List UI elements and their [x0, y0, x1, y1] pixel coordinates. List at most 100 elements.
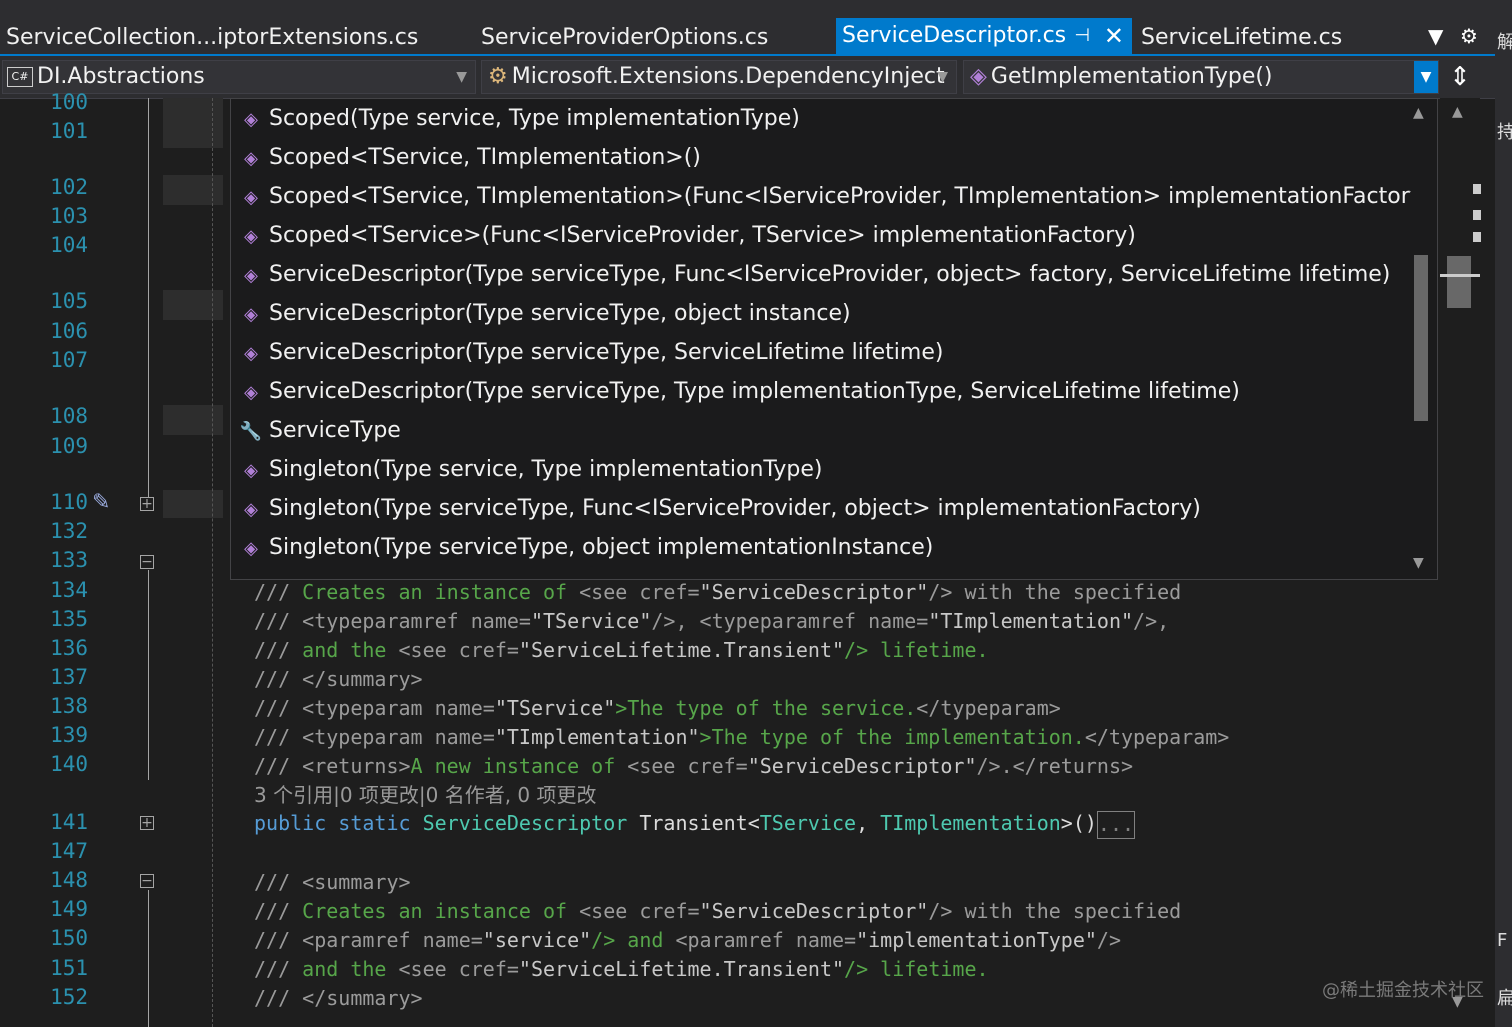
- dropdown-item-label: Scoped<TService, TImplementation>(): [269, 145, 701, 170]
- project-dropdown[interactable]: C# DI.Abstractions ▼: [2, 60, 476, 94]
- member-dropdown[interactable]: ◈ GetImplementationType() ▼: [963, 60, 1439, 94]
- comment-text: /> and: [591, 928, 676, 952]
- member-dropdown-list[interactable]: ◈ Scoped(Type service, Type implementatio…: [230, 98, 1438, 580]
- dropdown-item[interactable]: ◈ ServiceDescriptor(Type serviceType, Fun…: [237, 255, 1390, 294]
- outline-line: [148, 890, 149, 1027]
- line-number: 137: [50, 665, 88, 689]
- method-icon: ◈: [970, 64, 987, 89]
- type-dropdown[interactable]: ⚙ Microsoft.Extensions.DependencyInject ▼: [481, 60, 957, 94]
- method-icon: ◈: [244, 304, 258, 325]
- xml-tag: </summary>: [302, 667, 423, 691]
- pin-icon[interactable]: ⊣: [1074, 18, 1090, 54]
- code-line-152[interactable]: /// </summary>: [254, 984, 423, 1013]
- gear-icon[interactable]: ⚙: [1460, 20, 1478, 52]
- side-panel-tab[interactable]: 解: [1497, 28, 1512, 54]
- collapse-icon[interactable]: −: [140, 874, 154, 888]
- dropdown-item-label: Singleton(Type service, Type implementat…: [269, 457, 823, 482]
- tab-label: ServiceDescriptor.cs: [842, 23, 1067, 48]
- dropdown-item-label: Scoped<TService>(Func<IServiceProvider, …: [269, 223, 1136, 248]
- scrollbar-marker: [1473, 184, 1481, 194]
- dropdown-item[interactable]: 🔧 ServiceType: [237, 411, 401, 450]
- codelens-references[interactable]: 3 个引用|0 项更改|0 名作者, 0 项更改: [254, 781, 597, 810]
- line-number: 140: [50, 752, 88, 776]
- xml-tag: <paramref name=: [675, 928, 857, 952]
- dropdown-item[interactable]: ◈ ServiceDescriptor(Type serviceType, Ser…: [237, 333, 943, 372]
- doc-comment-prefix: ///: [254, 754, 303, 778]
- xml-attr-value: "TService": [494, 696, 616, 720]
- tab-label: ServiceLifetime.cs: [1141, 25, 1343, 50]
- xml-attr-value: "ServiceLifetime.Transient": [518, 957, 845, 981]
- comment-text: >The type of the implementation.: [699, 725, 1085, 749]
- outline-line: [148, 98, 149, 498]
- scroll-up-icon[interactable]: ▲: [1413, 105, 1424, 121]
- close-icon[interactable]: ✕: [1104, 18, 1124, 54]
- dropdown-item[interactable]: ◈ Scoped<TService, TImplementation>(): [237, 138, 701, 177]
- code-line-148[interactable]: /// <summary>: [254, 868, 411, 897]
- expand-icon[interactable]: +: [140, 816, 154, 830]
- code-line-135[interactable]: /// <typeparamref name="TService"/>, <ty…: [254, 607, 1169, 636]
- tab-serviceprovideroptions[interactable]: ServiceProviderOptions.cs: [475, 20, 830, 56]
- line-number: 150: [50, 926, 88, 950]
- doc-comment-prefix: ///: [254, 696, 303, 720]
- expand-icon[interactable]: +: [140, 497, 154, 511]
- code-line-134[interactable]: /// Creates an instance of <see cref="Se…: [254, 578, 1181, 607]
- line-number: 105: [50, 289, 88, 313]
- line-number: 110: [50, 490, 88, 514]
- xml-tag: <see cref=: [627, 754, 748, 778]
- code-line-151[interactable]: /// and the <see cref="ServiceLifetime.T…: [254, 955, 989, 984]
- code-line-140[interactable]: /// <returns>A new instance of <see cref…: [254, 752, 1133, 781]
- dropdown-item[interactable]: ◈ Singleton(Type serviceType, Func<IServi…: [237, 489, 1201, 528]
- side-panel-tab[interactable]: 扁: [1497, 984, 1512, 1010]
- indent-guide: [212, 98, 213, 1027]
- line-number: 151: [50, 956, 88, 980]
- code-line-136[interactable]: /// and the <see cref="ServiceLifetime.T…: [254, 636, 989, 665]
- side-panel-tab[interactable]: 持: [1497, 118, 1512, 144]
- xml-tag: </typeparam>: [916, 696, 1061, 720]
- scrollbar-marker: [1473, 210, 1481, 220]
- type-name: Microsoft.Extensions.DependencyInject: [511, 64, 945, 89]
- dropdown-item-label: Singleton(Type serviceType, object imple…: [269, 535, 934, 560]
- dropdown-item[interactable]: ◈ Singleton(Type serviceType, object impl…: [237, 528, 933, 567]
- dropdown-item[interactable]: ◈ Scoped(Type service, Type implementatio…: [237, 99, 800, 138]
- tab-servicelifetime[interactable]: ServiceLifetime.cs: [1135, 20, 1405, 56]
- dropdown-item-label: Scoped(Type service, Type implementation…: [269, 106, 800, 131]
- side-panel-tab[interactable]: F: [1497, 930, 1507, 951]
- line-number: 109: [50, 434, 88, 458]
- doc-comment-prefix: ///: [254, 580, 303, 604]
- dropdown-item[interactable]: ◈ Scoped<TService>(Func<IServiceProvider,…: [237, 216, 1136, 255]
- code-line-141[interactable]: public static ServiceDescriptor Transien…: [254, 809, 1136, 839]
- editor-scrollbar[interactable]: ▲ ▼: [1440, 98, 1481, 1027]
- collapsed-block-button[interactable]: ...: [1096, 810, 1136, 839]
- method-icon: ◈: [244, 226, 258, 247]
- tab-servicecollection-extensions[interactable]: ServiceCollection...iptorExtensions.cs: [0, 20, 470, 56]
- dropdown-item[interactable]: ◈ ServiceDescriptor(Type serviceType, Typ…: [237, 372, 1240, 411]
- code-line-137[interactable]: /// </summary>: [254, 665, 423, 694]
- split-editor-icon[interactable]: ⇕: [1442, 60, 1478, 96]
- collapse-icon[interactable]: −: [140, 555, 154, 569]
- line-number: 141: [50, 810, 88, 834]
- code-line-139[interactable]: /// <typeparam name="TImplementation">Th…: [254, 723, 1229, 752]
- line-number: 148: [50, 868, 88, 892]
- tab-servicedescriptor[interactable]: ServiceDescriptor.cs ⊣ ✕: [836, 18, 1132, 56]
- scroll-down-icon[interactable]: ▼: [1413, 555, 1424, 571]
- code-line-138[interactable]: /// <typeparam name="TService">The type …: [254, 694, 1061, 723]
- code-line-150[interactable]: /// <paramref name="service"/> and <para…: [254, 926, 1121, 955]
- scrollbar-thumb[interactable]: [1414, 255, 1428, 421]
- caret-position-marker: [1440, 274, 1480, 277]
- line-number: 135: [50, 607, 88, 631]
- tab-list-icon[interactable]: ▼: [1428, 20, 1443, 52]
- doc-comment-prefix: ///: [254, 667, 303, 691]
- dropdown-item[interactable]: ◈ ServiceDescriptor(Type serviceType, obj…: [237, 294, 851, 333]
- dropdown-item[interactable]: ◈ Scoped<TService, TImplementation>(Func<…: [237, 177, 1431, 216]
- pencil-edit-icon[interactable]: ✎: [92, 490, 110, 515]
- change-margin: [163, 490, 223, 518]
- comment-text: /> lifetime.: [844, 957, 989, 981]
- code-line-149[interactable]: /// Creates an instance of <see cref="Se…: [254, 897, 1181, 926]
- dropdown-scrollbar[interactable]: ▲ ▼: [1411, 99, 1435, 579]
- member-name: GetImplementationType(): [990, 64, 1273, 89]
- scrollbar-thumb[interactable]: [1447, 256, 1471, 308]
- xml-tag: <returns>: [302, 754, 411, 778]
- dropdown-item[interactable]: ◈ Singleton(Type service, Type implementa…: [237, 450, 823, 489]
- scroll-up-icon[interactable]: ▲: [1452, 104, 1463, 120]
